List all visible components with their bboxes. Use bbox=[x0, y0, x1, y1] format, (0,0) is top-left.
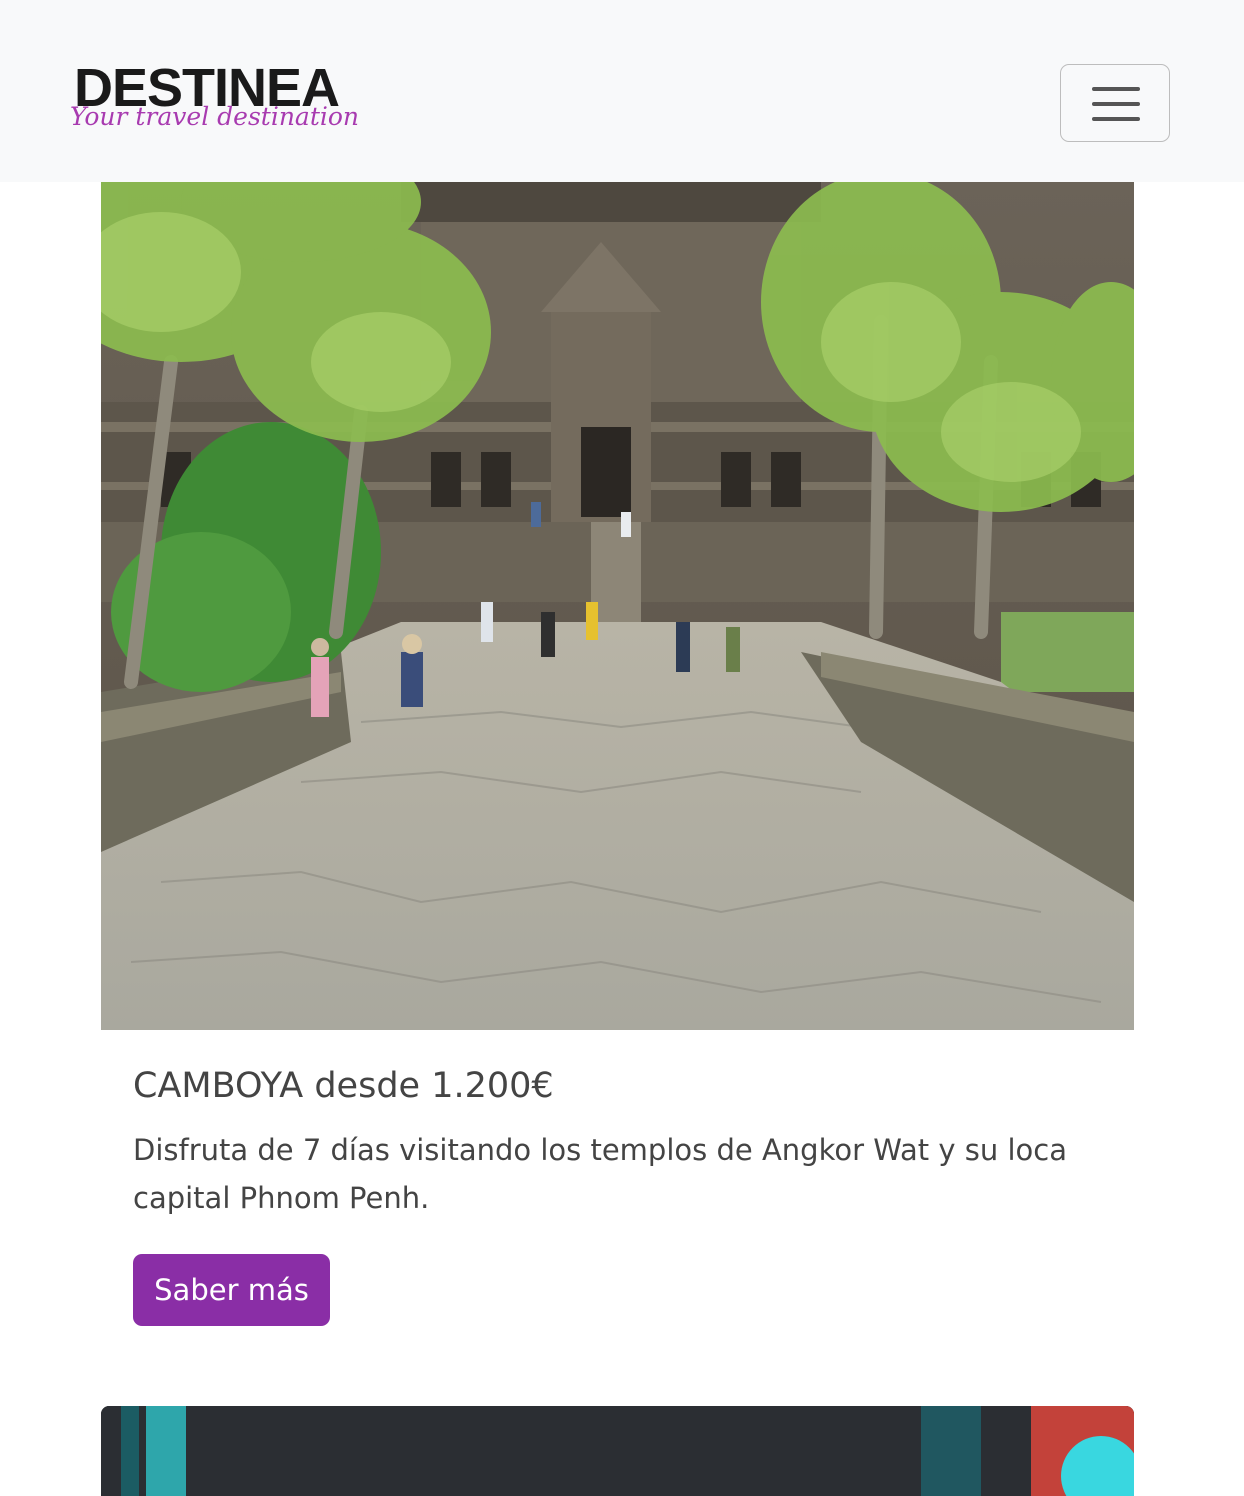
hamburger-menu-icon-bar bbox=[1092, 117, 1140, 121]
navbar: DESTINEA Your travel destination bbox=[0, 0, 1244, 182]
brand-tagline: Your travel destination bbox=[70, 102, 360, 131]
card-title: CAMBOYA desde 1.200€ bbox=[133, 1066, 554, 1106]
brand-logo[interactable]: DESTINEA Your travel destination bbox=[64, 58, 374, 158]
card-image-next bbox=[101, 1406, 1134, 1496]
navbar-toggler-button[interactable] bbox=[1060, 64, 1170, 142]
hamburger-menu-icon bbox=[1092, 87, 1140, 91]
card-text: Disfruta de 7 días visitando los templos… bbox=[133, 1133, 1067, 1215]
hamburger-menu-icon-bar bbox=[1092, 102, 1140, 106]
card-image-angkor-wat bbox=[101, 182, 1134, 1030]
saber-mas-button[interactable]: Saber más bbox=[133, 1254, 330, 1326]
